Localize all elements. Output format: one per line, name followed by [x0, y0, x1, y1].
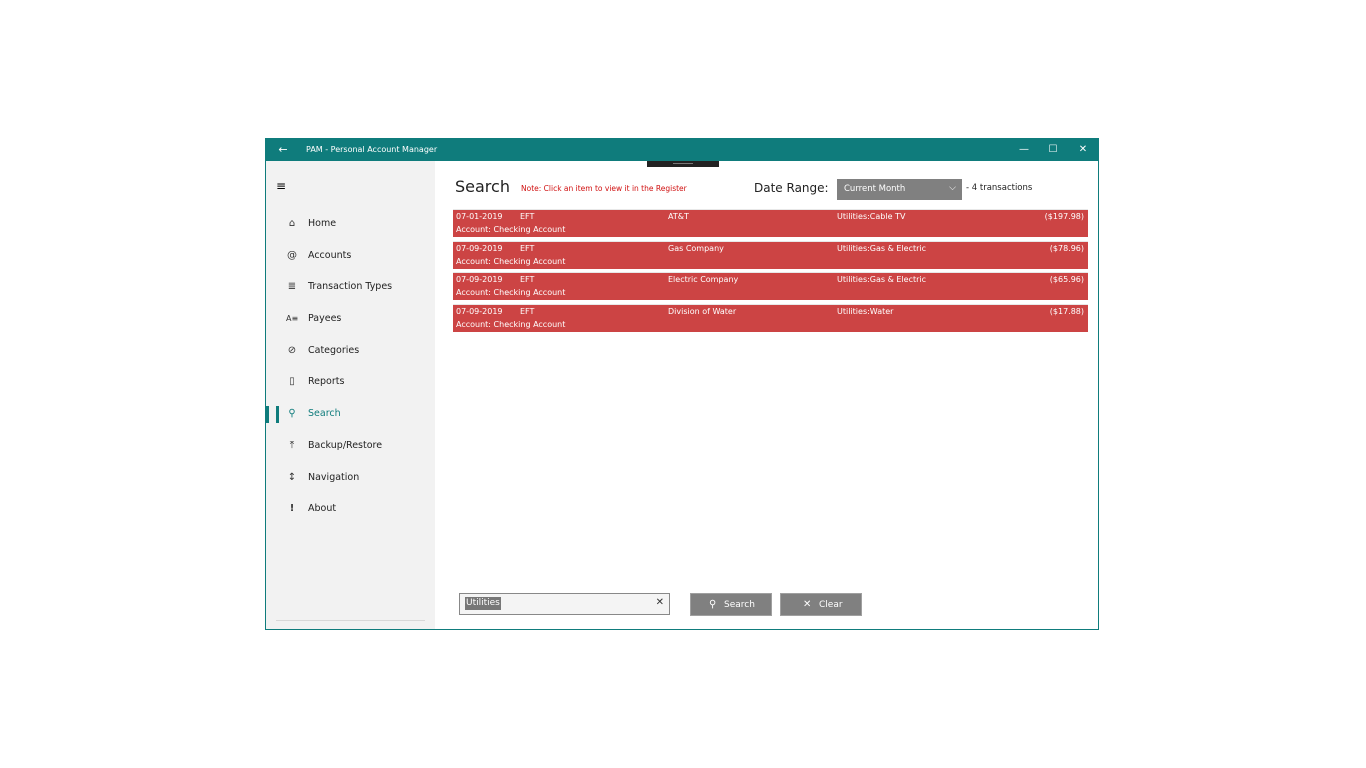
transaction-account: Account: Checking Account	[456, 225, 566, 234]
transaction-payee: Gas Company	[668, 243, 724, 253]
sidebar-item-categories[interactable]: ⊘ Categories	[266, 336, 435, 368]
transaction-date: 07-09-2019	[456, 243, 503, 253]
document-icon: ▯	[289, 376, 295, 388]
transaction-amount: ($197.98)	[1044, 212, 1084, 221]
register-note: Note: Click an item to view it in the Re…	[521, 184, 687, 193]
transaction-type: EFT	[520, 275, 535, 285]
sidebar-item-label: Categories	[308, 344, 360, 356]
sidebar-item-accounts[interactable]: @ Accounts	[266, 241, 435, 273]
sidebar-item-label: Accounts	[308, 249, 352, 261]
date-range-select[interactable]: Current Month ⌵	[837, 179, 962, 200]
minimize-icon[interactable]: —	[1016, 142, 1032, 158]
at-sign-icon: @	[287, 249, 297, 261]
transaction-type: EFT	[520, 243, 535, 253]
sidebar-item-navigation[interactable]: ↕ Navigation	[266, 463, 435, 495]
page-title: Search	[455, 177, 510, 196]
sidebar-item-label: Search	[308, 408, 341, 420]
sidebar-item-label: Home	[308, 218, 337, 229]
upload-icon: ⤒	[289, 439, 295, 451]
transaction-amount: ($65.96)	[1049, 275, 1084, 285]
transaction-category: Utilities:Gas & Electric	[837, 275, 927, 285]
search-input[interactable]	[464, 597, 644, 611]
transaction-category: Utilities:Cable TV	[837, 212, 906, 221]
sidebar-item-transaction-types[interactable]: ≣ Transaction Types	[266, 272, 435, 304]
table-row[interactable]: 07-01-2019 EFT AT&T Utilities:Cable TV (…	[453, 209, 1088, 237]
sidebar-item-label: Navigation	[308, 471, 360, 483]
transaction-date: 07-09-2019	[456, 275, 503, 285]
sidebar-item-payees[interactable]: A≡ Payees	[266, 304, 435, 336]
back-arrow-icon[interactable]: ←	[276, 143, 290, 157]
search-button-label: Search	[724, 600, 755, 610]
main-content: Search Note: Click an item to view it in…	[435, 161, 1098, 629]
close-icon[interactable]: ✕	[1075, 142, 1091, 158]
search-button[interactable]: ⚲ Search	[690, 593, 772, 616]
active-indicator	[276, 406, 279, 424]
transaction-payee: Division of Water	[668, 307, 737, 317]
clear-button[interactable]: ✕ Clear	[780, 593, 862, 616]
maximize-icon[interactable]: ☐	[1045, 142, 1061, 158]
sidebar-item-backup-restore[interactable]: ⤒ Backup/Restore	[266, 431, 435, 463]
transaction-payee: AT&T	[668, 212, 689, 221]
app-window: ← PAM - Personal Account Manager — ☐ ✕ ≡…	[265, 138, 1099, 630]
sidebar-item-label: About	[308, 503, 337, 515]
transaction-list: 07-01-2019 EFT AT&T Utilities:Cable TV (…	[453, 209, 1088, 336]
transaction-amount: ($17.88)	[1049, 307, 1084, 317]
close-icon: ✕	[803, 599, 812, 610]
transaction-account: Account: Checking Account	[456, 256, 566, 266]
transaction-date: 07-09-2019	[456, 307, 503, 317]
navigation-icon: ↕	[287, 471, 297, 483]
sidebar-item-home[interactable]: ⌂ Home	[266, 209, 435, 241]
hamburger-menu-icon[interactable]: ≡	[276, 179, 290, 193]
nav-list: ⌂ Home @ Accounts ≣ Transaction Types A≡…	[266, 209, 435, 526]
clear-input-icon[interactable]: ✕	[656, 597, 664, 608]
payee-list-icon: A≡	[286, 314, 299, 324]
transaction-account: Account: Checking Account	[456, 288, 566, 298]
table-row[interactable]: 07-09-2019 EFT Electric Company Utilitie…	[453, 272, 1088, 301]
transaction-count: - 4 transactions	[966, 183, 1033, 193]
date-range-value: Current Month	[844, 184, 906, 194]
transaction-category: Utilities:Gas & Electric	[837, 243, 927, 253]
date-range-label: Date Range:	[754, 181, 829, 195]
sidebar-item-search[interactable]: ⚲ Search	[266, 399, 435, 431]
window-title: PAM - Personal Account Manager	[306, 145, 438, 154]
clear-button-label: Clear	[819, 600, 843, 610]
sidebar: ≡ ⌂ Home @ Accounts ≣ Transaction Types …	[266, 161, 435, 629]
list-icon: ≣	[287, 281, 297, 293]
sidebar-item-label: Backup/Restore	[308, 439, 383, 451]
active-indicator	[266, 406, 269, 424]
divider	[276, 620, 425, 621]
chevron-down-icon: ⌵	[949, 183, 956, 193]
transaction-payee: Electric Company	[668, 275, 739, 285]
home-icon: ⌂	[288, 218, 296, 229]
search-input-container[interactable]: Utilities ✕	[459, 593, 670, 615]
search-icon: ⚲	[288, 408, 296, 420]
sidebar-item-about[interactable]: ! About	[266, 494, 435, 526]
sidebar-item-reports[interactable]: ▯ Reports	[266, 367, 435, 399]
sidebar-item-label: Transaction Types	[308, 281, 393, 293]
title-bar: ← PAM - Personal Account Manager — ☐ ✕	[266, 139, 1098, 161]
exclamation-icon: !	[289, 503, 295, 515]
transaction-type: EFT	[520, 212, 535, 221]
transaction-account: Account: Checking Account	[456, 320, 566, 330]
sidebar-item-label: Reports	[308, 376, 345, 388]
search-icon: ⚲	[709, 599, 717, 610]
transaction-type: EFT	[520, 307, 535, 317]
transaction-category: Utilities:Water	[837, 307, 894, 317]
transaction-amount: ($78.96)	[1049, 243, 1084, 253]
table-row[interactable]: 07-09-2019 EFT Gas Company Utilities:Gas…	[453, 240, 1088, 269]
tag-icon: ⊘	[287, 344, 297, 356]
table-row[interactable]: 07-09-2019 EFT Division of Water Utiliti…	[453, 304, 1088, 333]
transaction-date: 07-01-2019	[456, 212, 503, 221]
sidebar-item-label: Payees	[308, 313, 342, 325]
